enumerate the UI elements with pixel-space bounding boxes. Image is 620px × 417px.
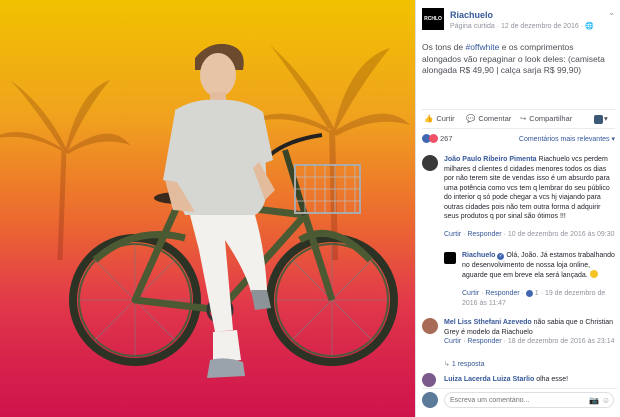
smile-emoji-icon [589, 270, 598, 278]
hashtag-link[interactable]: #offwhite [465, 42, 499, 52]
page-name-link[interactable]: Riachuelo [450, 10, 493, 20]
reply-arrow-icon: ↳ [444, 361, 450, 368]
reply-reply-link[interactable]: Responder [485, 290, 519, 297]
reply-footer: Curtir · Responder · 1 · 19 de dezembro … [462, 289, 606, 307]
comment-button[interactable]: 💬 Comentar [466, 114, 511, 123]
comment-sort-dropdown[interactable]: Comentários mais relevantes ▾ [519, 135, 615, 143]
comment-like-link[interactable]: Curtir [444, 338, 461, 345]
comment-author-link[interactable]: João Paulo Ribeiro Pimenta [444, 156, 537, 163]
like-label: Curtir [436, 114, 455, 123]
comment-icon: 💬 [466, 114, 476, 123]
reply-timestamp[interactable]: 19 de dezembro de 2016 às 11:47 [462, 290, 605, 307]
comment-body: Mel Liss Sthefani Azevedo não sabia que … [444, 318, 616, 337]
reply-like-count: 1 [534, 290, 539, 297]
chevron-down-icon[interactable]: ⌄ [608, 8, 615, 17]
dropdown-arrow-icon: ▾ [604, 114, 608, 123]
comment-footer: Curtir · Responder · 10 de dezembro de 2… [444, 231, 615, 238]
camera-icon[interactable]: 📷 [589, 396, 599, 405]
tagged-user-link[interactable]: Luiza Starlio [493, 376, 535, 383]
post-header: RCHLO Riachuelo Página curtida · 12 de d… [422, 8, 617, 34]
post-caption: Os tons de #offwhite e os comprimentos a… [422, 42, 615, 77]
comment-label: Comentar [478, 114, 512, 123]
comment-timestamp[interactable]: 18 de dezembro de 2016 às 23:14 [508, 338, 615, 345]
view-replies-link[interactable]: ↳ 1 resposta [444, 360, 485, 368]
current-user-avatar [422, 392, 438, 408]
comment-text: Riachuelo vcs perdem milhares d clientes… [444, 156, 610, 220]
avatar-small-icon [594, 114, 603, 124]
comment-reply-link[interactable]: Responder [467, 338, 501, 345]
model-figure [163, 43, 275, 378]
commenter-avatar[interactable] [422, 318, 438, 334]
reactions-bar[interactable]: 267 Comentários mais relevantes ▾ [422, 134, 615, 146]
audience-selector[interactable]: ▾ [594, 114, 608, 124]
post-meta: Página curtida · 12 de dezembro de 2016 … [450, 23, 594, 30]
write-comment-bar: 📷 ☺ [422, 388, 617, 410]
comment-body: João Paulo Ribeiro Pimenta Riachuelo vcs… [444, 155, 616, 222]
reply-body: Riachuelo ✓ Olá, João. Já estamos trabal… [462, 251, 616, 281]
post-photo[interactable] [0, 0, 415, 417]
thumbs-up-icon: 👍 [424, 114, 434, 123]
share-label: Compartilhar [529, 114, 573, 123]
reply-like-link[interactable]: Curtir [462, 290, 479, 297]
commenter-avatar[interactable] [422, 155, 438, 171]
page-avatar[interactable]: RCHLO [422, 8, 444, 30]
replies-count: 1 resposta [451, 361, 485, 368]
comment-reply-link[interactable]: Responder [467, 231, 501, 238]
comment-author-link[interactable]: Luiza Lacerda [444, 376, 491, 383]
share-button[interactable]: ↪ Compartilhar [520, 114, 572, 123]
emoji-icon[interactable]: ☺ [602, 396, 610, 405]
comment-like-link[interactable]: Curtir [444, 231, 461, 238]
reaction-count: 267 [440, 134, 453, 144]
reply-author-link[interactable]: Riachuelo [462, 252, 495, 259]
like-button[interactable]: 👍 Curtir [424, 114, 455, 123]
love-reaction-icon [429, 134, 438, 144]
verified-badge-icon: ✓ [497, 253, 505, 260]
comment-text: olha esse! [536, 376, 569, 383]
like-reaction-icon [525, 289, 533, 297]
post-panel: RCHLO Riachuelo Página curtida · 12 de d… [415, 0, 620, 417]
comment-author-link[interactable]: Mel Liss Sthefani Azevedo [444, 319, 532, 326]
share-icon: ↪ [520, 114, 527, 123]
comment-footer: Curtir · Responder · 18 de dezembro de 2… [444, 338, 615, 345]
comment-body: Luiza Lacerda Luiza Starlio olha esse! [444, 375, 616, 385]
caption-text-start: Os tons de [422, 42, 466, 52]
post-actions: 👍 Curtir 💬 Comentar ↪ Compartilhar ▾ [422, 109, 615, 129]
commenter-avatar[interactable] [422, 373, 436, 387]
reply-avatar[interactable] [444, 252, 456, 264]
comment-timestamp[interactable]: 10 de dezembro de 2016 às 09:30 [508, 231, 615, 238]
